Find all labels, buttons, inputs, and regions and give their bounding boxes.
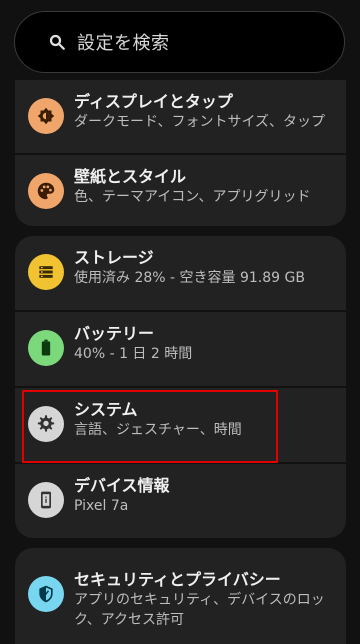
palette-icon bbox=[28, 173, 64, 209]
wallpaper-title: 壁紙とスタイル bbox=[74, 167, 187, 186]
search-icon bbox=[47, 32, 67, 52]
shield-icon bbox=[28, 576, 64, 612]
storage-subtitle: 使用済み 28% - 空き容量 91.89 GB bbox=[74, 270, 305, 286]
storage-title: ストレージ bbox=[74, 248, 154, 267]
settings-item-security[interactable]: セキュリティとプライバシー アプリのセキュリティ、デバイスのロッ ク、アクセス許… bbox=[15, 548, 346, 644]
settings-item-battery[interactable]: バッテリー 40% - 1 日 2 時間 bbox=[15, 312, 346, 386]
security-subtitle-line2: ク、アクセス許可 bbox=[74, 612, 185, 628]
search-bar[interactable]: 設定を検索 bbox=[14, 11, 345, 73]
display-icon bbox=[28, 98, 64, 134]
settings-item-storage[interactable]: ストレージ 使用済み 28% - 空き容量 91.89 GB bbox=[15, 236, 346, 310]
settings-group-security: セキュリティとプライバシー アプリのセキュリティ、デバイスのロッ ク、アクセス許… bbox=[15, 548, 346, 644]
settings-item-display[interactable]: ディスプレイとタップ ダークモード、フォントサイズ、タップ bbox=[15, 80, 346, 154]
settings-group-display: ディスプレイとタップ ダークモード、フォントサイズ、タップ 壁紙とスタイル 色、… bbox=[15, 80, 346, 226]
search-placeholder: 設定を検索 bbox=[77, 33, 170, 54]
battery-title: バッテリー bbox=[74, 324, 155, 343]
security-title: セキュリティとプライバシー bbox=[74, 570, 281, 589]
settings-item-device[interactable]: デバイス情報 Pixel 7a bbox=[15, 464, 346, 538]
device-subtitle: Pixel 7a bbox=[74, 498, 129, 514]
settings-item-wallpaper[interactable]: 壁紙とスタイル 色、テーマアイコン、アプリグリッド bbox=[15, 155, 346, 229]
device-title: デバイス情報 bbox=[74, 476, 170, 495]
storage-icon bbox=[28, 254, 64, 290]
phone-info-icon bbox=[28, 482, 64, 518]
highlight-box bbox=[22, 390, 278, 463]
display-title: ディスプレイとタップ bbox=[74, 92, 233, 111]
security-subtitle-line1: アプリのセキュリティ、デバイスのロッ bbox=[74, 592, 325, 608]
display-subtitle: ダークモード、フォントサイズ、タップ bbox=[74, 114, 326, 130]
battery-icon bbox=[28, 330, 64, 366]
wallpaper-subtitle: 色、テーマアイコン、アプリグリッド bbox=[74, 189, 311, 205]
settings-group-device: ストレージ 使用済み 28% - 空き容量 91.89 GB バッテリー 40%… bbox=[15, 236, 346, 538]
battery-subtitle: 40% - 1 日 2 時間 bbox=[74, 346, 193, 362]
